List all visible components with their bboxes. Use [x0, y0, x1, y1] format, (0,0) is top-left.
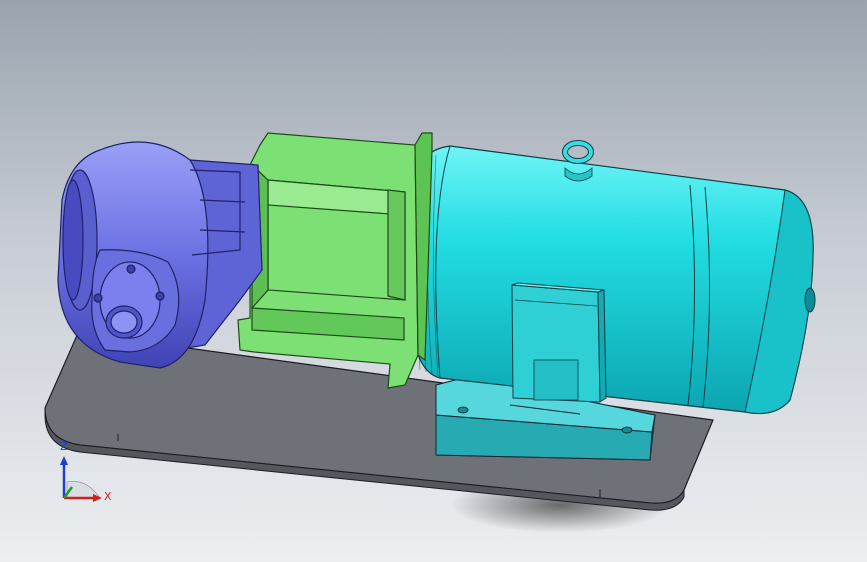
electric-motor[interactable] [411, 140, 816, 415]
assembly-scene[interactable] [0, 0, 867, 562]
z-axis-label: Z [60, 440, 68, 453]
coordinate-triad: Z X [50, 440, 120, 510]
terminal-box[interactable] [511, 282, 607, 403]
x-axis-label: X [104, 490, 112, 503]
z-arrow-head [60, 456, 68, 465]
gear-pump[interactable] [57, 141, 263, 369]
coupling-bracket[interactable] [237, 132, 433, 389]
cad-viewport[interactable]: Z X [0, 0, 867, 562]
